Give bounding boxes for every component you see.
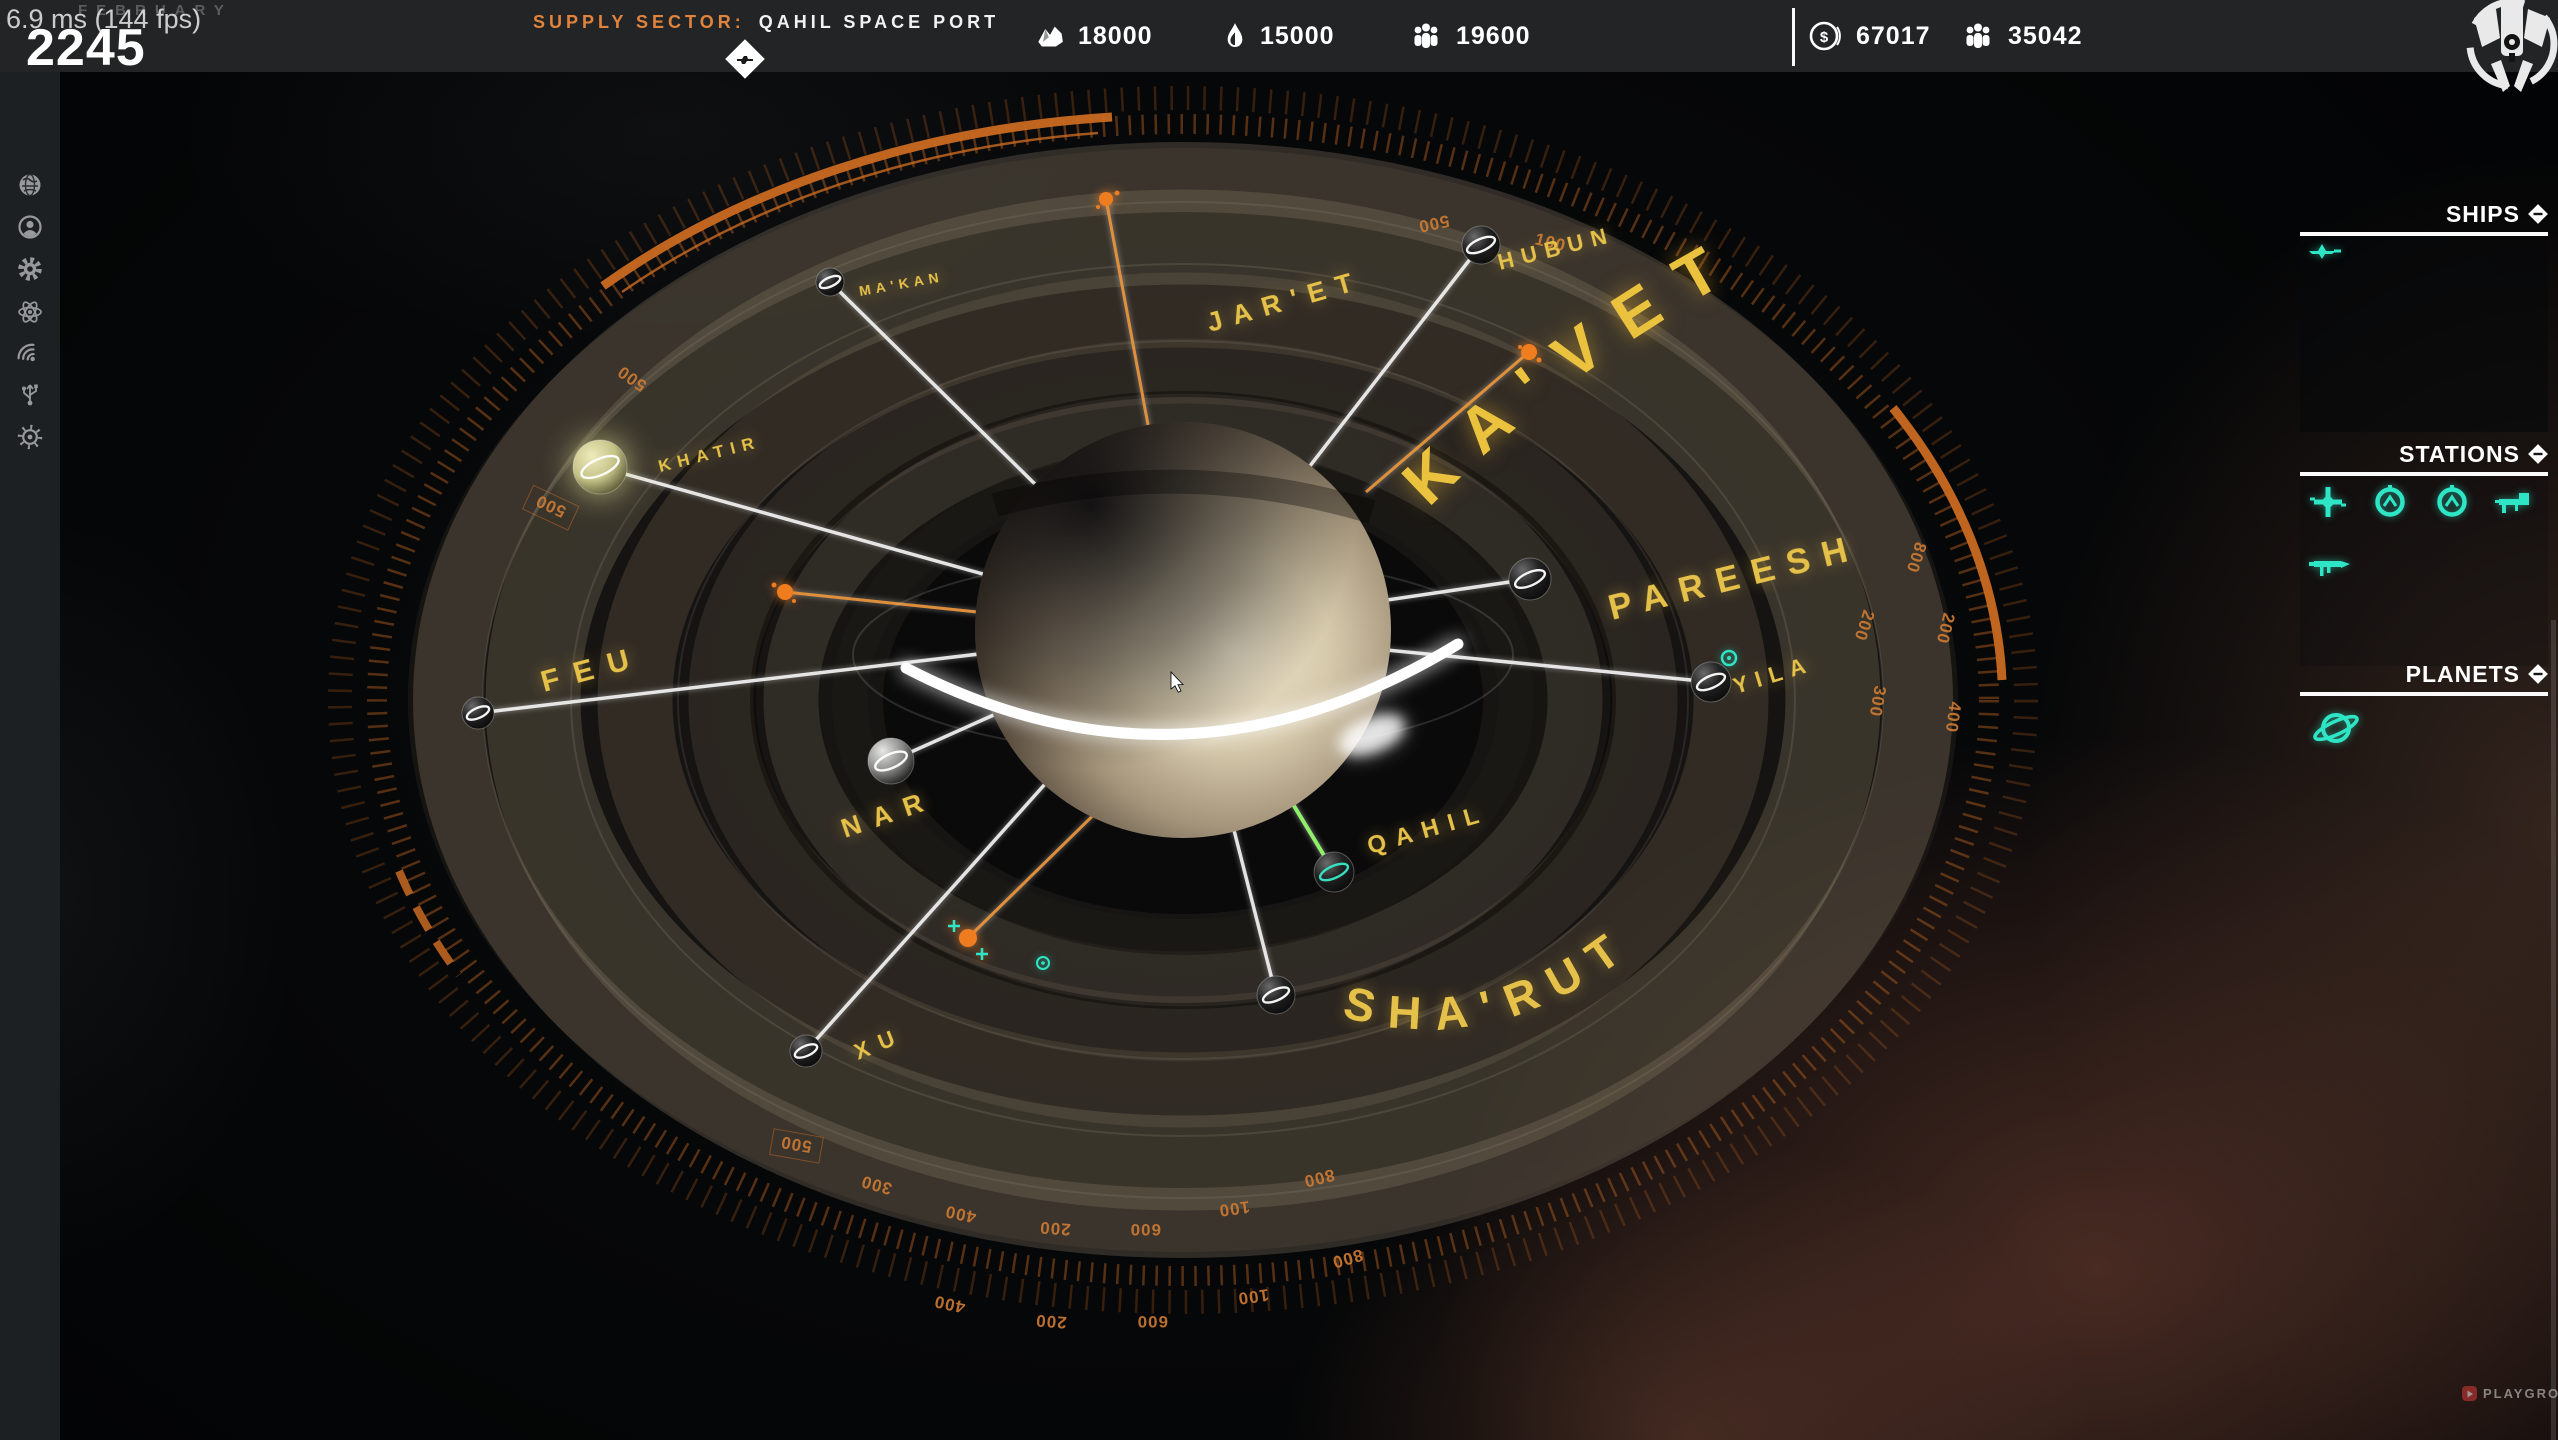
- moon-feu[interactable]: [462, 697, 494, 729]
- planet-kavet[interactable]: [975, 422, 1391, 838]
- stations-panel-header[interactable]: STATIONS: [2300, 438, 2548, 470]
- system-map[interactable]: 500 100 500 500 500 800 200 200 300 400 …: [0, 0, 2558, 1440]
- moon-khatir[interactable]: [573, 440, 627, 494]
- moon-xu[interactable]: [790, 1035, 822, 1067]
- supply-sector-value: QAHIL SPACE PORT: [759, 12, 999, 32]
- svg-text:800: 800: [1330, 1245, 1365, 1272]
- topbar-divider: [1792, 8, 1795, 66]
- panel-collapse-icon[interactable]: [2528, 444, 2548, 464]
- moon-makan[interactable]: [816, 268, 844, 296]
- moon-qahil[interactable]: [1314, 852, 1354, 892]
- credits-icon: $: [1808, 19, 1842, 53]
- ship-icon[interactable]: [2308, 242, 2342, 260]
- ships-panel-header[interactable]: SHIPS: [2300, 198, 2548, 230]
- credits-value: 67017: [1856, 22, 1931, 51]
- resource-minerals: 18000: [1036, 0, 1153, 72]
- moon-sharut[interactable]: [1257, 976, 1295, 1014]
- research-icon[interactable]: [17, 299, 43, 325]
- moon-hubun[interactable]: [1462, 226, 1500, 264]
- stations-panel-title: STATIONS: [2399, 441, 2520, 468]
- station-ring-icon[interactable]: [2432, 482, 2472, 522]
- station-cross-icon[interactable]: [2308, 482, 2348, 522]
- ships-panel: SHIPS: [2300, 198, 2548, 432]
- svg-text:100: 100: [1236, 1285, 1270, 1308]
- settings-icon[interactable]: [17, 256, 43, 282]
- population-icon: [1962, 22, 1994, 50]
- comms-icon[interactable]: [17, 341, 43, 367]
- fps-overlay: 6.9 ms (144 fps): [6, 4, 201, 35]
- watermark-logo-icon: [2462, 1386, 2477, 1401]
- game-screen: 500 100 500 500 500 800 200 200 300 400 …: [0, 0, 2558, 1440]
- planets-panel: PLANETS: [2300, 658, 2548, 868]
- resource-credits: $ 67017: [1808, 0, 1931, 72]
- svg-text:600: 600: [1137, 1312, 1168, 1331]
- svg-text:400: 400: [932, 1292, 967, 1317]
- svg-text:200: 200: [1039, 1218, 1072, 1239]
- watermark: PLAYGROUND: [2462, 1386, 2558, 1401]
- fuel-value: 15000: [1260, 22, 1335, 51]
- station-platform-icon[interactable]: [2494, 482, 2534, 522]
- ships-panel-body: [2300, 236, 2548, 432]
- top-bar: FEBRUARY 2245 SUPPLY SECTOR:QAHIL SPACE …: [0, 0, 2558, 72]
- planets-panel-body: [2300, 696, 2548, 868]
- resource-fuel: 15000: [1224, 0, 1335, 72]
- moon-nar[interactable]: [868, 738, 914, 784]
- connections-icon[interactable]: [17, 381, 43, 407]
- panel-collapse-icon[interactable]: [2528, 664, 2548, 684]
- crew-icon: [1410, 22, 1442, 50]
- resource-crew: 19600: [1410, 0, 1531, 72]
- ships-panel-title: SHIPS: [2446, 201, 2520, 228]
- fuel-icon: [1224, 22, 1246, 50]
- svg-text:$: $: [1820, 29, 1829, 46]
- svg-text:600: 600: [1130, 1220, 1161, 1239]
- panel-collapse-icon[interactable]: [2528, 204, 2548, 224]
- stations-panel: STATIONS: [2300, 438, 2548, 666]
- globe-icon[interactable]: [17, 172, 43, 198]
- left-toolbar: [0, 72, 60, 1440]
- supply-port-icon[interactable]: [722, 36, 768, 82]
- supply-sector-label: SUPPLY SECTOR:: [533, 12, 745, 32]
- helm-icon[interactable]: [17, 424, 43, 450]
- station-ring-icon[interactable]: [2370, 482, 2410, 522]
- watermark-text: PLAYGROUND: [2483, 1386, 2558, 1401]
- supply-sector: SUPPLY SECTOR: QAHIL SPACE PORT: [533, 12, 999, 33]
- planets-panel-title: PLANETS: [2406, 661, 2520, 688]
- station-barge-icon[interactable]: [2308, 544, 2352, 584]
- profile-icon[interactable]: [17, 214, 43, 240]
- minerals-value: 18000: [1078, 22, 1153, 51]
- minerals-icon: [1036, 23, 1064, 49]
- planets-panel-header[interactable]: PLANETS: [2300, 658, 2548, 690]
- faction-emblem[interactable]: [2462, 0, 2558, 118]
- crew-value: 19600: [1456, 22, 1531, 51]
- ringed-planet-icon[interactable]: [2308, 702, 2364, 754]
- population-value: 35042: [2008, 22, 2083, 51]
- panel-scrollbar[interactable]: [2551, 620, 2556, 1440]
- svg-text:200: 200: [1035, 1311, 1068, 1332]
- moon-yila[interactable]: [1691, 662, 1731, 702]
- moon-pareesh[interactable]: [1509, 558, 1551, 600]
- stations-panel-body: [2300, 476, 2548, 666]
- resource-population: 35042: [1962, 0, 2083, 72]
